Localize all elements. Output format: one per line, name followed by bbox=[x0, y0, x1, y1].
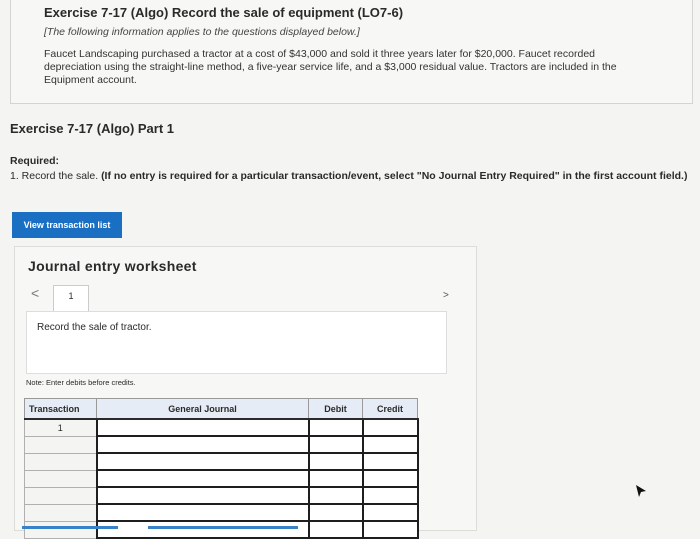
transaction-cell bbox=[24, 469, 97, 488]
journal-header-row: Transaction General Journal Debit Credit bbox=[24, 398, 418, 420]
journal-table: Transaction General Journal Debit Credit… bbox=[24, 398, 419, 539]
account-input[interactable] bbox=[95, 418, 310, 437]
worksheet-title: Journal entry worksheet bbox=[28, 258, 197, 274]
transaction-cell bbox=[24, 452, 97, 471]
chevron-right-icon[interactable]: > bbox=[443, 290, 449, 301]
required-text: 1. Record the sale. (If no entry is requ… bbox=[10, 170, 690, 182]
entry-description: Record the sale of tractor. bbox=[37, 322, 152, 333]
exercise-title: Exercise 7-17 (Algo) Record the sale of … bbox=[44, 5, 404, 20]
account-input[interactable] bbox=[95, 486, 310, 505]
journal-row bbox=[24, 452, 419, 471]
debit-credit-note: Note: Enter debits before credits. bbox=[26, 378, 136, 387]
part-title: Exercise 7-17 (Algo) Part 1 bbox=[10, 121, 175, 136]
journal-row bbox=[24, 486, 419, 505]
journal-row: 1 bbox=[24, 418, 419, 437]
page-number: 1 bbox=[68, 291, 74, 301]
header-credit: Credit bbox=[362, 398, 418, 420]
entry-description-box bbox=[26, 311, 447, 374]
applies-note: [The following information applies to th… bbox=[44, 26, 360, 38]
transaction-cell bbox=[24, 486, 97, 505]
credit-input[interactable] bbox=[361, 486, 419, 505]
header-transaction: Transaction bbox=[24, 398, 97, 420]
debit-input[interactable] bbox=[307, 486, 364, 505]
account-input[interactable] bbox=[95, 469, 310, 488]
view-transaction-list-button[interactable]: View transaction list bbox=[12, 212, 122, 238]
required-instruction: (If no entry is required for a particula… bbox=[101, 170, 688, 182]
debit-input[interactable] bbox=[307, 452, 364, 471]
debit-input[interactable] bbox=[307, 418, 364, 437]
worksheet-page-tab[interactable]: 1 bbox=[53, 285, 89, 311]
journal-row bbox=[24, 469, 419, 488]
account-input[interactable] bbox=[95, 452, 310, 471]
bottom-tab-indicator bbox=[22, 526, 118, 529]
transaction-cell bbox=[24, 503, 97, 522]
credit-input[interactable] bbox=[361, 452, 419, 471]
debit-input[interactable] bbox=[307, 435, 364, 454]
debit-input[interactable] bbox=[307, 469, 364, 488]
bottom-tab-indicator bbox=[148, 526, 298, 529]
credit-input[interactable] bbox=[361, 418, 419, 437]
debit-input[interactable] bbox=[307, 520, 364, 539]
header-debit: Debit bbox=[308, 398, 363, 420]
credit-input[interactable] bbox=[361, 435, 419, 454]
header-general-journal: General Journal bbox=[96, 398, 309, 420]
journal-row bbox=[24, 435, 419, 454]
chevron-left-icon[interactable]: < bbox=[31, 285, 39, 301]
required-label: Required: bbox=[10, 155, 60, 167]
journal-row bbox=[24, 503, 419, 522]
required-item: 1. Record the sale. bbox=[10, 170, 99, 182]
account-input[interactable] bbox=[95, 435, 310, 454]
credit-input[interactable] bbox=[361, 469, 419, 488]
debit-input[interactable] bbox=[307, 503, 364, 522]
credit-input[interactable] bbox=[361, 520, 419, 539]
transaction-cell bbox=[24, 520, 97, 539]
problem-text: Faucet Landscaping purchased a tractor a… bbox=[44, 48, 617, 86]
credit-input[interactable] bbox=[361, 503, 419, 522]
account-input[interactable] bbox=[95, 503, 310, 522]
transaction-cell bbox=[24, 435, 97, 454]
transaction-cell: 1 bbox=[24, 418, 97, 437]
journal-row bbox=[24, 520, 419, 539]
account-input[interactable] bbox=[95, 520, 310, 539]
mouse-cursor-icon bbox=[635, 484, 647, 503]
